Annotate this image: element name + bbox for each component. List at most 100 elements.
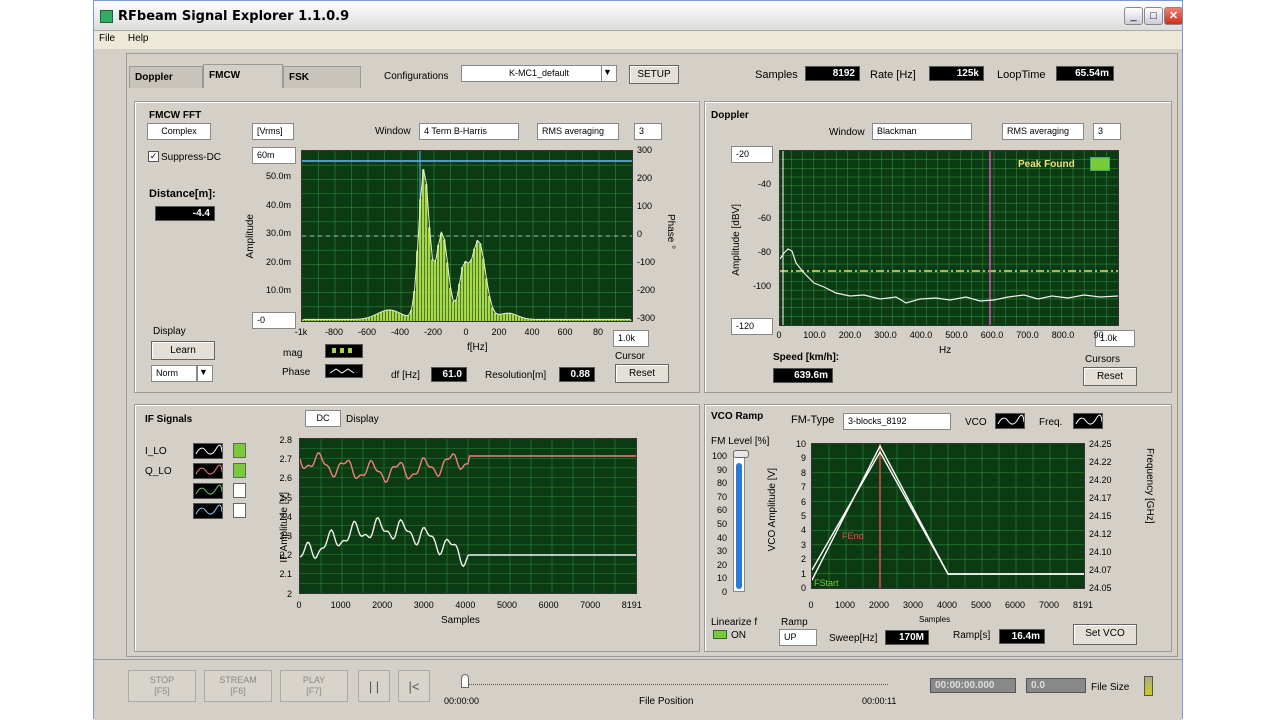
fmcw-xmax-input[interactable]: 1.0k (613, 330, 649, 347)
linearize-led[interactable] (713, 630, 727, 639)
fmcw-ymax-input[interactable]: 60m (252, 147, 296, 164)
tick-label: 1000 (330, 600, 351, 610)
dc-select[interactable]: DC (305, 410, 341, 427)
vco-y2-axis-label: Frequency [GHz] (1144, 448, 1155, 524)
tick-label: 200.0 (838, 330, 862, 340)
doppler-y-axis-label: Amplitude [dBV] (731, 204, 742, 276)
legend-wave3-icon[interactable] (193, 483, 223, 499)
tab-fsk[interactable]: FSK (283, 66, 361, 88)
ramp-select[interactable]: UP (779, 629, 817, 646)
if-signals-plot[interactable] (299, 438, 637, 594)
learn-button[interactable]: Learn (151, 341, 215, 360)
fmcw-fft-bar (377, 313, 380, 321)
fm-level-slider-track[interactable] (733, 452, 745, 592)
legend-3-toggle[interactable] (233, 483, 246, 498)
fmcw-fft-bar (494, 312, 497, 321)
linearize-value: ON (731, 630, 746, 641)
fmcw-fft-bar (398, 312, 401, 321)
config-select[interactable]: K-MC1_default (461, 65, 617, 82)
units-select[interactable]: [Vrms] (252, 123, 294, 140)
tick-label: 20 (716, 559, 727, 570)
distance-label: Distance[m]: (149, 188, 216, 200)
fmcw-fft-bar (434, 261, 437, 321)
fm-level-slider-thumb[interactable] (733, 450, 749, 458)
fmcw-fft-bar (470, 259, 473, 321)
vco-legend-label: VCO (965, 417, 987, 428)
phase-plot-legend-icon[interactable] (325, 364, 363, 378)
fm-level-slider-fill (736, 463, 742, 589)
fm-type-select[interactable]: 3-blocks_8192 (843, 413, 951, 430)
file-size-meter (1144, 676, 1153, 696)
file-position-thumb[interactable] (461, 674, 469, 688)
tick-label: 800.0 (1051, 330, 1075, 340)
fmcw-reset-button[interactable]: Reset (615, 364, 669, 383)
legend-4-toggle[interactable] (233, 503, 246, 518)
tick-label: 60 (716, 505, 727, 516)
legend-i-lo-toggle[interactable] (233, 443, 246, 458)
legend-wave4-icon[interactable] (193, 503, 223, 519)
tick-label: 80 (592, 327, 603, 337)
norm-chevron-down-icon[interactable]: ▼ (197, 365, 213, 382)
fmcw-fft-bar (443, 239, 446, 321)
doppler-reset-button[interactable]: Reset (1083, 367, 1137, 386)
setup-button[interactable]: SETUP (629, 65, 679, 84)
fmcw-rms-input[interactable]: 3 (634, 123, 662, 140)
tab-doppler[interactable]: Doppler (129, 66, 203, 88)
tick-label: 7000 (1038, 600, 1060, 610)
if-x-axis-label: Samples (441, 615, 480, 626)
menu-help[interactable]: Help (123, 31, 154, 46)
vco-ramp-plot[interactable]: FEnd FStart (811, 443, 1085, 589)
doppler-ymax-input[interactable]: -20 (731, 146, 773, 163)
tick-label: -600 (357, 327, 376, 337)
doppler-graph (779, 151, 1119, 325)
tick-label: 1 (800, 568, 806, 579)
tick-label: -400 (390, 327, 409, 337)
fmcw-fft-bar (404, 315, 407, 321)
tick-label: 20.0m (265, 256, 291, 267)
pause-button[interactable]: | | (358, 670, 390, 702)
legend-q-lo-toggle[interactable] (233, 463, 246, 478)
resolution-label: Resolution[m] (485, 370, 547, 381)
norm-select[interactable]: Norm (151, 365, 197, 382)
peak-found-label: Peak Found (1018, 159, 1075, 170)
tick-label: 300.0 (874, 330, 897, 340)
doppler-rms-input[interactable]: 3 (1093, 123, 1121, 140)
legend-q-lo-wave-icon[interactable] (193, 463, 223, 479)
fmcw-fft-plot[interactable] (301, 150, 633, 322)
doppler-window-select[interactable]: Blackman (872, 123, 972, 140)
fend-label: FEnd (842, 531, 864, 541)
fmcw-y2-axis-label: Phase ° (665, 214, 676, 250)
fm-level-label: FM Level [%] (711, 436, 770, 447)
legend-i-lo-wave-icon[interactable] (193, 443, 223, 459)
fmcw-fft-bar (437, 244, 440, 321)
stream-button[interactable]: STREAM [F6] (204, 670, 272, 702)
tick-label: 0 (800, 583, 806, 593)
fmcw-window-select[interactable]: 4 Term B-Harris (419, 123, 519, 140)
minimize-button[interactable]: _ (1124, 7, 1143, 25)
tab-fmcw[interactable]: FMCW (203, 64, 283, 88)
menu-file[interactable]: File (94, 31, 120, 46)
maximize-button[interactable]: □ (1144, 7, 1163, 25)
tick-label: 6 (800, 496, 806, 507)
vco-legend-wave-icon[interactable] (995, 413, 1025, 429)
tick-label: 2 (286, 588, 292, 599)
play-button[interactable]: PLAY [F7] (280, 670, 348, 702)
doppler-plot[interactable]: Peak Found (779, 150, 1119, 326)
rewind-button[interactable]: |< (398, 670, 430, 702)
freq-legend-wave-icon[interactable] (1073, 413, 1103, 429)
tick-label: 3000 (413, 600, 434, 610)
chevron-down-icon[interactable]: ▼ (601, 65, 617, 82)
tick-label: 0 (637, 229, 643, 239)
stop-button[interactable]: STOP [F5] (128, 670, 196, 702)
df-value: 61.0 (431, 367, 467, 382)
stream-label: STREAM (219, 675, 257, 685)
complex-select[interactable]: Complex (147, 123, 211, 140)
tick-label: 10 (795, 439, 806, 449)
suppress-dc-checkbox[interactable]: ✓ (148, 151, 159, 162)
mag-plot-legend-icon[interactable] (325, 344, 363, 358)
set-vco-button[interactable]: Set VCO (1073, 624, 1137, 645)
ramp-time-value: 16.4m (999, 629, 1045, 644)
file-position-slider[interactable] (464, 684, 888, 687)
close-button[interactable]: ✕ (1164, 7, 1183, 25)
tick-label: 90 (1093, 330, 1104, 340)
